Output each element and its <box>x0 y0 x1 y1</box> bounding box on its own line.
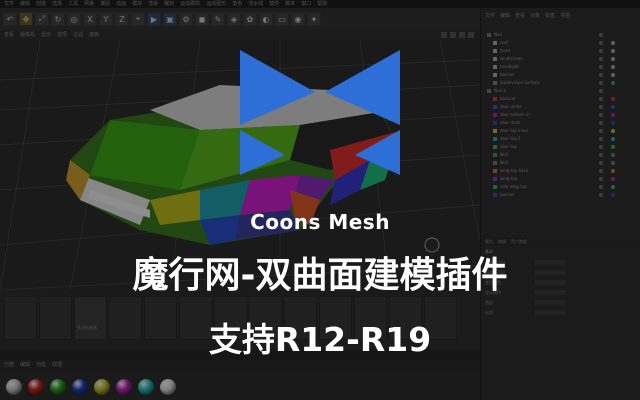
brand-title: Coons Mesh <box>250 210 390 234</box>
coons-mesh-logo-icon <box>240 50 400 175</box>
headline: 魔行网-双曲面建模插件 <box>132 255 508 296</box>
cinema4d-window: 文件 编辑 创建 选择 工具 网格 捕捉 动画 模拟 渲染 雕刻 运动跟踪 运动图形 角色 流水线 插件 脚本窗… <box>0 0 640 400</box>
support-text: 支持R12-R19 <box>208 320 432 359</box>
